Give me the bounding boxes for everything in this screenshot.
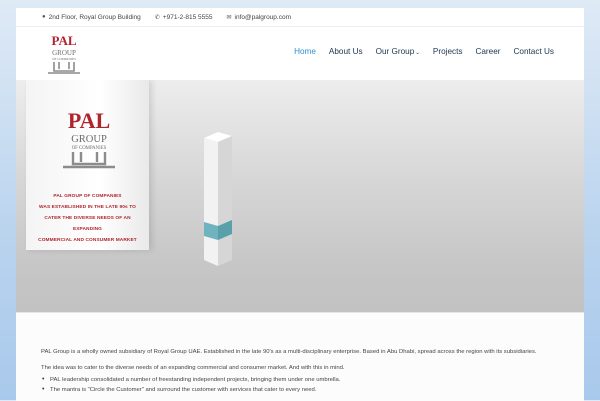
email-info[interactable]: ✉ info@palgroup.com [227,14,292,21]
phone-text[interactable]: +971-2-815 5555 [163,14,213,21]
logo-sub1-text: GROUP [52,49,76,57]
nav-about-us[interactable]: About Us [329,47,363,56]
list-item: The mantra is "Circle the Customer" and … [41,385,340,395]
hero-tagline: PAL GROUP OF COMPANIES WAS ESTABLISHED I… [30,191,145,246]
hero-tagline-line: WAS ESTABLISHED IN THE LATE 90s TO [39,205,136,210]
nav-career[interactable]: Career [475,47,500,56]
hero-logo-main-text: PAL [68,108,110,133]
intro-bullets: PAL leadership consolidated a number of … [41,375,340,395]
envelope-icon: ✉ [226,14,232,21]
nav-our-group[interactable]: Our Group⌄ [376,47,420,56]
address-text: 2nd Floor, Royal Group Building [48,13,141,21]
hero-tagline-line: COMMERCIAL AND CONSUMER MARKET [38,238,137,243]
hero-side-card: PAL GROUP OF COMPANIES PAL GROUP OF COMP… [26,80,149,250]
page: ● 2nd Floor, Royal Group Building ✆ +971… [16,8,584,401]
nav-projects[interactable]: Projects [433,47,463,56]
contact-topbar: ● 2nd Floor, Royal Group Building ✆ +971… [16,8,584,27]
phone-icon: ✆ [154,14,160,21]
intro-paragraph-2: The idea was to cater to the diverse nee… [41,365,345,371]
hero-floor [16,242,584,312]
hero-logo-sub2-text: OF COMPANIES [72,146,107,151]
chevron-down-icon: ⌄ [415,50,420,56]
hero-logo: PAL GROUP OF COMPANIES [63,108,115,169]
pal-group-logo[interactable]: PAL GROUP OF COMPANIES [40,31,88,77]
address-info: ● 2nd Floor, Royal Group Building [42,14,141,21]
nav-home[interactable]: Home [294,47,316,56]
intro-section: PAL Group is a wholly owned subsidiary o… [16,312,584,401]
phone-info[interactable]: ✆ +971-2-815 5555 [155,14,213,21]
nav-contact-us[interactable]: Contact Us [514,47,555,56]
map-pin-icon: ● [42,14,46,20]
main-nav: Home About Us Our Group⌄ Projects Career… [294,47,554,56]
hero-logo-sub1-text: GROUP [71,134,107,145]
hero-tagline-line: CATER THE DIVERSE NEEDS OF AN EXPANDING [44,216,131,232]
pillar-graphic [204,132,232,266]
email-text[interactable]: info@palgroup.com [235,14,291,21]
list-item: PAL leadership consolidated a number of … [41,375,340,385]
site-header: PAL GROUP OF COMPANIES Home About Us Our… [16,27,584,81]
nav-our-group-label: Our Group [375,47,415,56]
hero-tagline-line: PAL GROUP OF COMPANIES [53,194,122,199]
intro-paragraph-1: PAL Group is a wholly owned subsidiary o… [41,349,537,355]
logo-main-text: PAL [51,33,76,48]
hero-slider: PAL GROUP OF COMPANIES PAL GROUP OF COMP… [16,80,584,312]
logo-sub2-text: OF COMPANIES [52,57,76,61]
